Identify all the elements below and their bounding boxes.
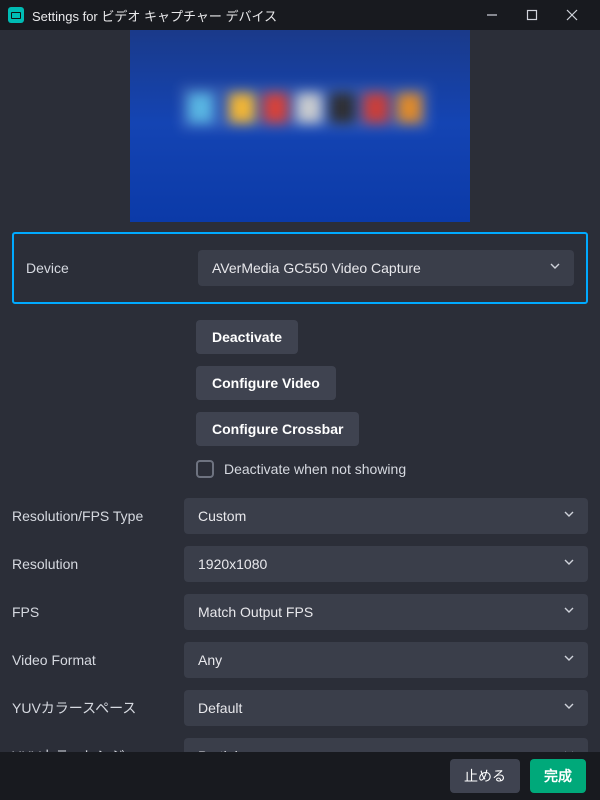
form-area: Device AVerMedia GC550 Video Capture Dea…: [0, 232, 600, 752]
deactivate-button[interactable]: Deactivate: [196, 320, 298, 354]
device-label: Device: [26, 260, 198, 276]
deactivate-check-label: Deactivate when not showing: [224, 461, 406, 477]
res-fps-type-dropdown[interactable]: Custom: [184, 498, 588, 534]
window-title: Settings for ビデオ キャプチャー デバイス: [32, 6, 472, 25]
yuv-color-space-value: Default: [198, 700, 564, 716]
cancel-button[interactable]: 止める: [450, 759, 520, 793]
close-button[interactable]: [552, 0, 592, 30]
device-dropdown[interactable]: AVerMedia GC550 Video Capture: [198, 250, 574, 286]
resolution-value: 1920x1080: [198, 556, 564, 572]
window-controls: [472, 0, 592, 30]
fps-label: FPS: [12, 604, 184, 620]
app-icon: [8, 7, 24, 23]
chevron-down-icon: [564, 751, 574, 752]
configure-crossbar-button[interactable]: Configure Crossbar: [196, 412, 359, 446]
video-format-value: Any: [198, 652, 564, 668]
chevron-down-icon: [564, 703, 574, 713]
resolution-dropdown[interactable]: 1920x1080: [184, 546, 588, 582]
content-area: Device AVerMedia GC550 Video Capture Dea…: [0, 30, 600, 752]
resolution-label: Resolution: [12, 556, 184, 572]
titlebar: Settings for ビデオ キャプチャー デバイス: [0, 0, 600, 30]
res-fps-type-value: Custom: [198, 508, 564, 524]
video-preview: [130, 30, 470, 222]
preview-area: [0, 30, 600, 232]
maximize-button[interactable]: [512, 0, 552, 30]
device-dropdown-value: AVerMedia GC550 Video Capture: [212, 260, 550, 276]
device-buttons: Deactivate Configure Video Configure Cro…: [196, 320, 588, 446]
yuv-color-space-label: YUVカラースペース: [12, 698, 184, 718]
chevron-down-icon: [564, 655, 574, 665]
done-button[interactable]: 完成: [530, 759, 586, 793]
deactivate-check-row: Deactivate when not showing: [196, 456, 588, 488]
yuv-color-range-dropdown[interactable]: Partial: [184, 738, 588, 752]
video-format-dropdown[interactable]: Any: [184, 642, 588, 678]
yuv-color-space-dropdown[interactable]: Default: [184, 690, 588, 726]
chevron-down-icon: [564, 607, 574, 617]
fps-dropdown[interactable]: Match Output FPS: [184, 594, 588, 630]
yuv-color-range-value: Partial: [198, 748, 564, 752]
chevron-down-icon: [564, 511, 574, 521]
footer-bar: 止める 完成: [0, 752, 600, 800]
fps-value: Match Output FPS: [198, 604, 564, 620]
res-fps-type-label: Resolution/FPS Type: [12, 508, 184, 524]
chevron-down-icon: [564, 559, 574, 569]
chevron-down-icon: [550, 263, 560, 273]
device-group-highlight: Device AVerMedia GC550 Video Capture: [12, 232, 588, 304]
video-format-label: Video Format: [12, 652, 184, 668]
minimize-button[interactable]: [472, 0, 512, 30]
configure-video-button[interactable]: Configure Video: [196, 366, 336, 400]
deactivate-checkbox[interactable]: [196, 460, 214, 478]
